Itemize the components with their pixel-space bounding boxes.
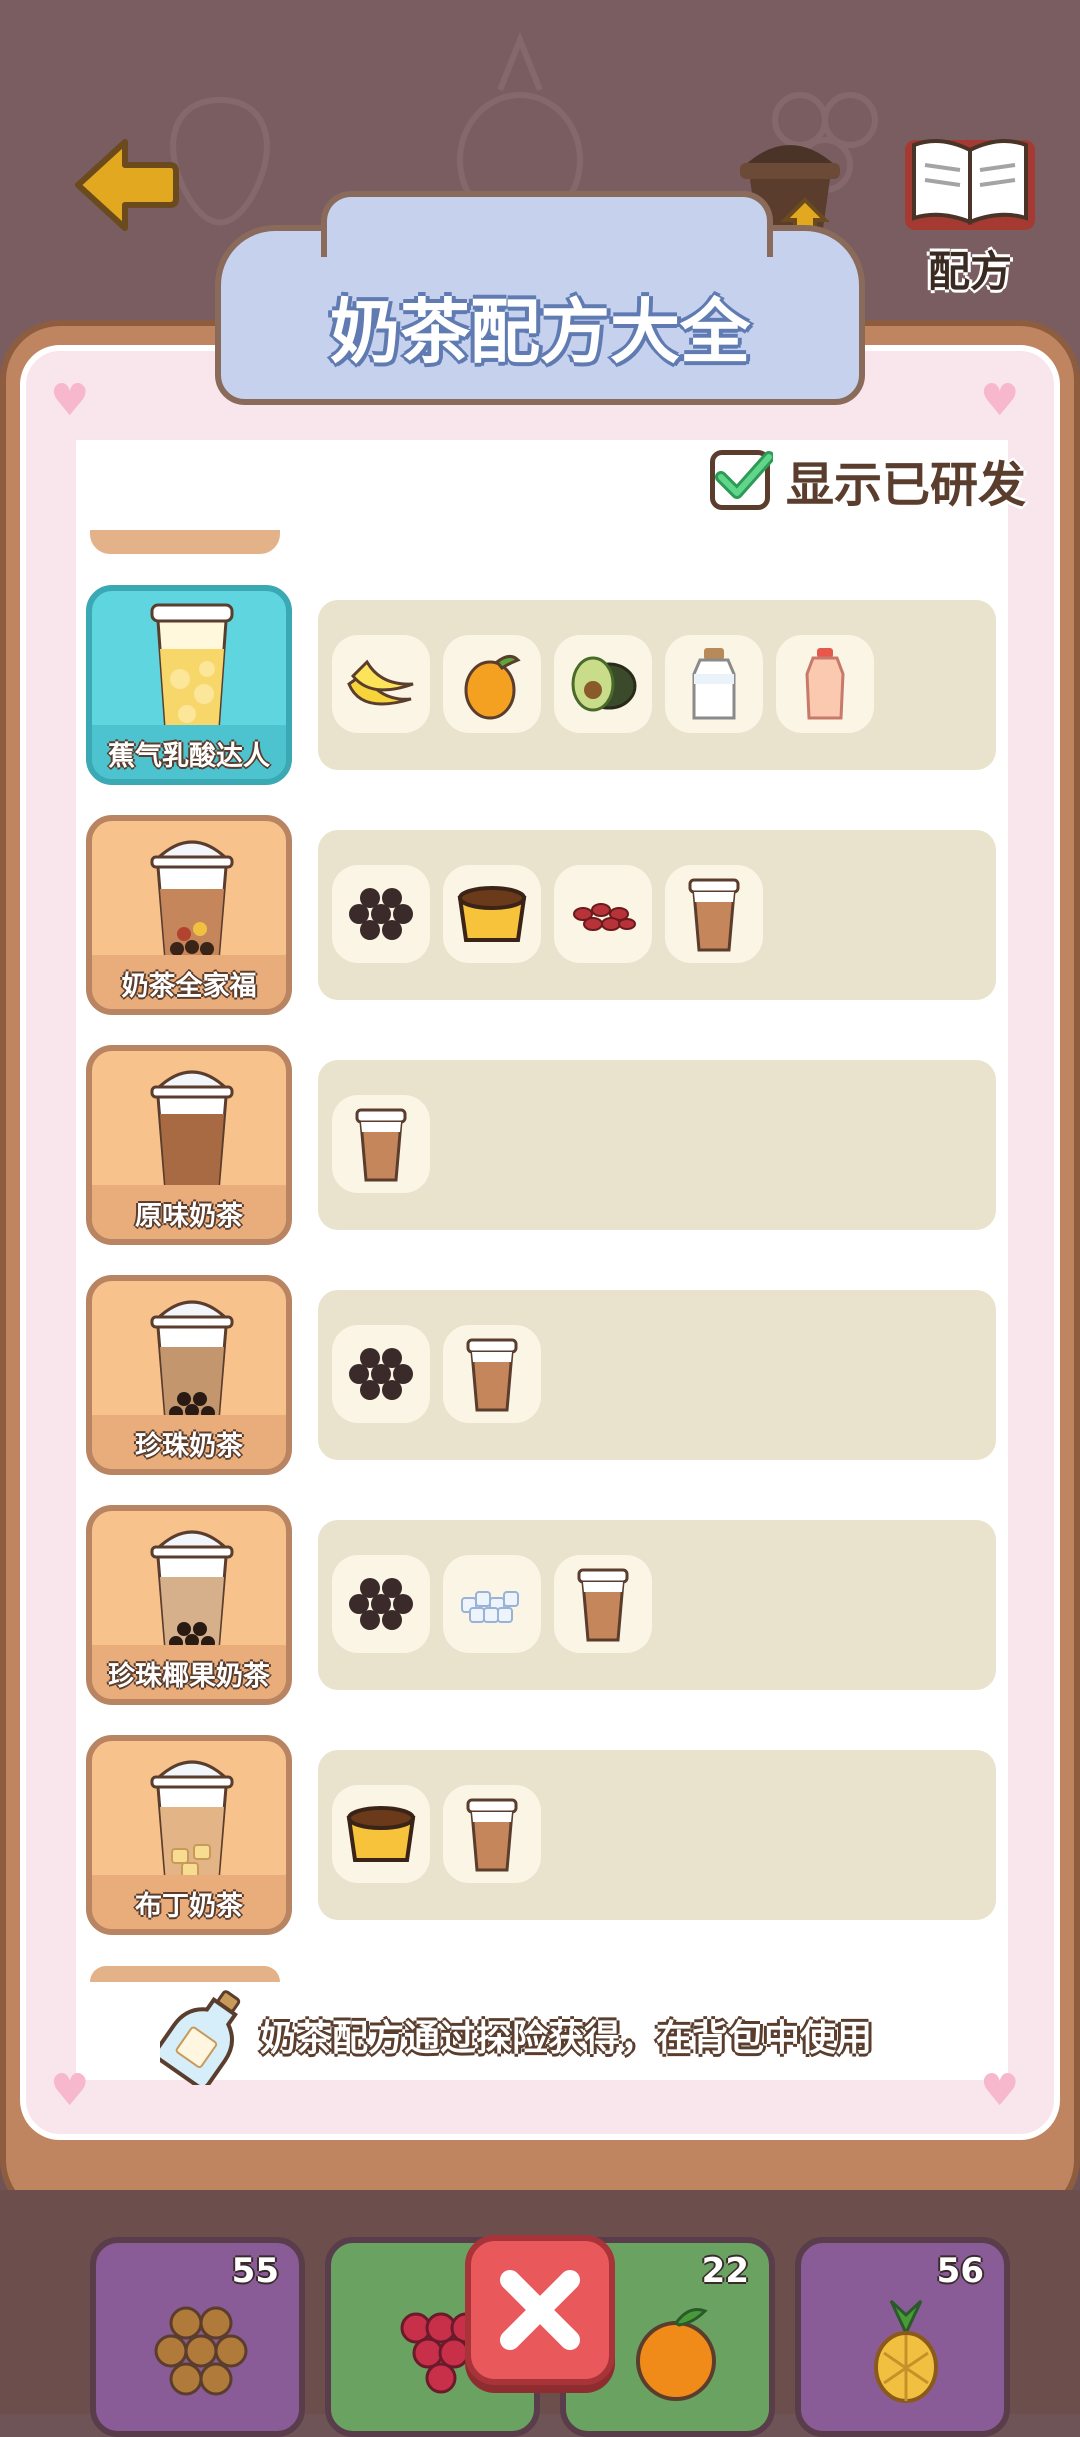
show-developed-toggle[interactable]: 显示已研发	[710, 445, 1026, 515]
heart-decoration-icon: ♥	[980, 375, 1020, 426]
back-arrow-icon[interactable]	[70, 130, 180, 240]
item-count: 22	[701, 2251, 749, 2291]
drink-card[interactable]: 奶茶全家福	[86, 815, 292, 1015]
ingredient-panel	[318, 1520, 996, 1690]
book-icon	[905, 139, 1035, 230]
recipe-row: 蕉气乳酸达人	[86, 585, 996, 785]
drink-card[interactable]: 蕉气乳酸达人	[86, 585, 292, 785]
inventory-item[interactable]: 55	[90, 2237, 305, 2437]
ingredient-slot[interactable]	[554, 635, 652, 733]
footer-hint: 奶茶配方通过探险获得，在背包中使用	[160, 1985, 872, 2085]
yogurt-drink-icon	[805, 648, 845, 720]
milk-tea-cup-icon	[466, 1338, 518, 1412]
milk-tea-cup-icon	[466, 1798, 518, 1872]
ingredient-panel	[318, 1290, 996, 1460]
ingredient-slot[interactable]	[443, 1325, 541, 1423]
recipe-row: 布丁奶茶	[86, 1735, 996, 1935]
drink-card[interactable]: 珍珠椰果奶茶	[86, 1505, 292, 1705]
footer-text: 奶茶配方通过探险获得，在背包中使用	[260, 2018, 873, 2059]
inventory-item[interactable]: 56	[795, 2237, 1010, 2437]
drink-name: 蕉气乳酸达人	[108, 741, 270, 772]
ingredient-panel	[318, 830, 996, 1000]
pudding-milk-tea-cup-icon	[150, 1760, 234, 1885]
tapioca-pearls-icon	[349, 1348, 413, 1400]
drink-name: 奶茶全家福	[121, 971, 257, 1002]
milk-tea-cup-icon	[688, 878, 740, 952]
partial-recipe-card	[90, 530, 280, 554]
ingredient-panel	[318, 1060, 996, 1230]
family-milk-tea-cup-icon	[150, 840, 234, 965]
original-milk-tea-cup-icon	[150, 1070, 234, 1195]
recipe-book-button[interactable]: 配方	[900, 130, 1040, 296]
drink-card[interactable]: 布丁奶茶	[86, 1735, 292, 1935]
drink-name: 珍珠奶茶	[135, 1431, 243, 1462]
orange-icon	[636, 2308, 716, 2401]
ingredient-slot[interactable]	[443, 635, 541, 733]
drink-card[interactable]: 原味奶茶	[86, 1045, 292, 1245]
milk-bottle-icon	[692, 648, 736, 720]
pearl-milk-tea-cup-icon	[150, 1300, 234, 1425]
ingredient-slot[interactable]	[554, 1555, 652, 1653]
close-button[interactable]	[465, 2235, 615, 2385]
coconut-jelly-icon	[461, 1591, 519, 1623]
recipe-row: 原味奶茶	[86, 1045, 996, 1245]
avocado-icon	[571, 656, 637, 712]
ingredient-slot[interactable]	[332, 635, 430, 733]
ingredient-slot[interactable]	[332, 1095, 430, 1193]
pearl-coconut-milk-tea-cup-icon	[150, 1530, 234, 1655]
item-count: 56	[936, 2251, 984, 2291]
ingredient-slot[interactable]	[332, 865, 430, 963]
heart-decoration-icon: ♥	[50, 375, 90, 426]
drink-card[interactable]: 珍珠奶茶	[86, 1275, 292, 1475]
checkbox[interactable]	[710, 450, 773, 510]
toggle-label: 显示已研发	[786, 457, 1027, 513]
heart-decoration-icon: ♥	[980, 2065, 1020, 2116]
tapioca-pearls-icon	[349, 888, 413, 940]
pudding-icon	[457, 886, 527, 942]
recipe-row: 珍珠椰果奶茶	[86, 1505, 996, 1705]
ingredient-slot[interactable]	[443, 1555, 541, 1653]
drink-name: 珍珠椰果奶茶	[108, 1661, 270, 1692]
ingredient-panel	[318, 600, 996, 770]
ingredient-slot[interactable]	[332, 1785, 430, 1883]
mango-icon	[464, 655, 521, 720]
checkmark-icon	[715, 451, 773, 499]
tapioca-pearls-icon	[349, 1578, 413, 1630]
page-title: 奶茶配方大全	[330, 291, 750, 373]
banana-icon	[347, 659, 414, 706]
ingredient-slot[interactable]	[332, 1555, 430, 1653]
milk-tea-cup-icon	[577, 1568, 629, 1642]
partial-recipe-card	[90, 1966, 280, 1982]
red-beans-icon	[573, 903, 636, 931]
drink-name: 布丁奶茶	[135, 1891, 243, 1922]
ingredient-slot[interactable]	[443, 1785, 541, 1883]
item-count: 55	[231, 2251, 279, 2291]
message-bottle-icon	[160, 1990, 241, 2085]
ingredient-slot[interactable]	[332, 1325, 430, 1423]
recipe-row: 珍珠奶茶	[86, 1275, 996, 1475]
title-banner: 奶茶配方大全	[215, 191, 865, 405]
ingredient-slot[interactable]	[665, 865, 763, 963]
close-icon	[500, 2270, 580, 2350]
ingredient-panel	[318, 1750, 996, 1920]
yogurt-fruit-tea-cup-icon	[150, 603, 234, 735]
ingredient-slot[interactable]	[443, 865, 541, 963]
ingredient-slot[interactable]	[776, 635, 874, 733]
heart-decoration-icon: ♥	[50, 2065, 90, 2116]
milk-tea-cup-icon	[355, 1108, 407, 1182]
recipe-label: 配方	[927, 247, 1012, 296]
drink-name: 原味奶茶	[135, 1201, 243, 1232]
recipe-row: 奶茶全家福	[86, 815, 996, 1015]
ingredient-slot[interactable]	[554, 865, 652, 963]
pineapple-icon	[874, 2299, 938, 2403]
pudding-icon	[346, 1806, 416, 1862]
tapioca-pearls-icon	[154, 2306, 248, 2396]
ingredient-slot[interactable]	[665, 635, 763, 733]
